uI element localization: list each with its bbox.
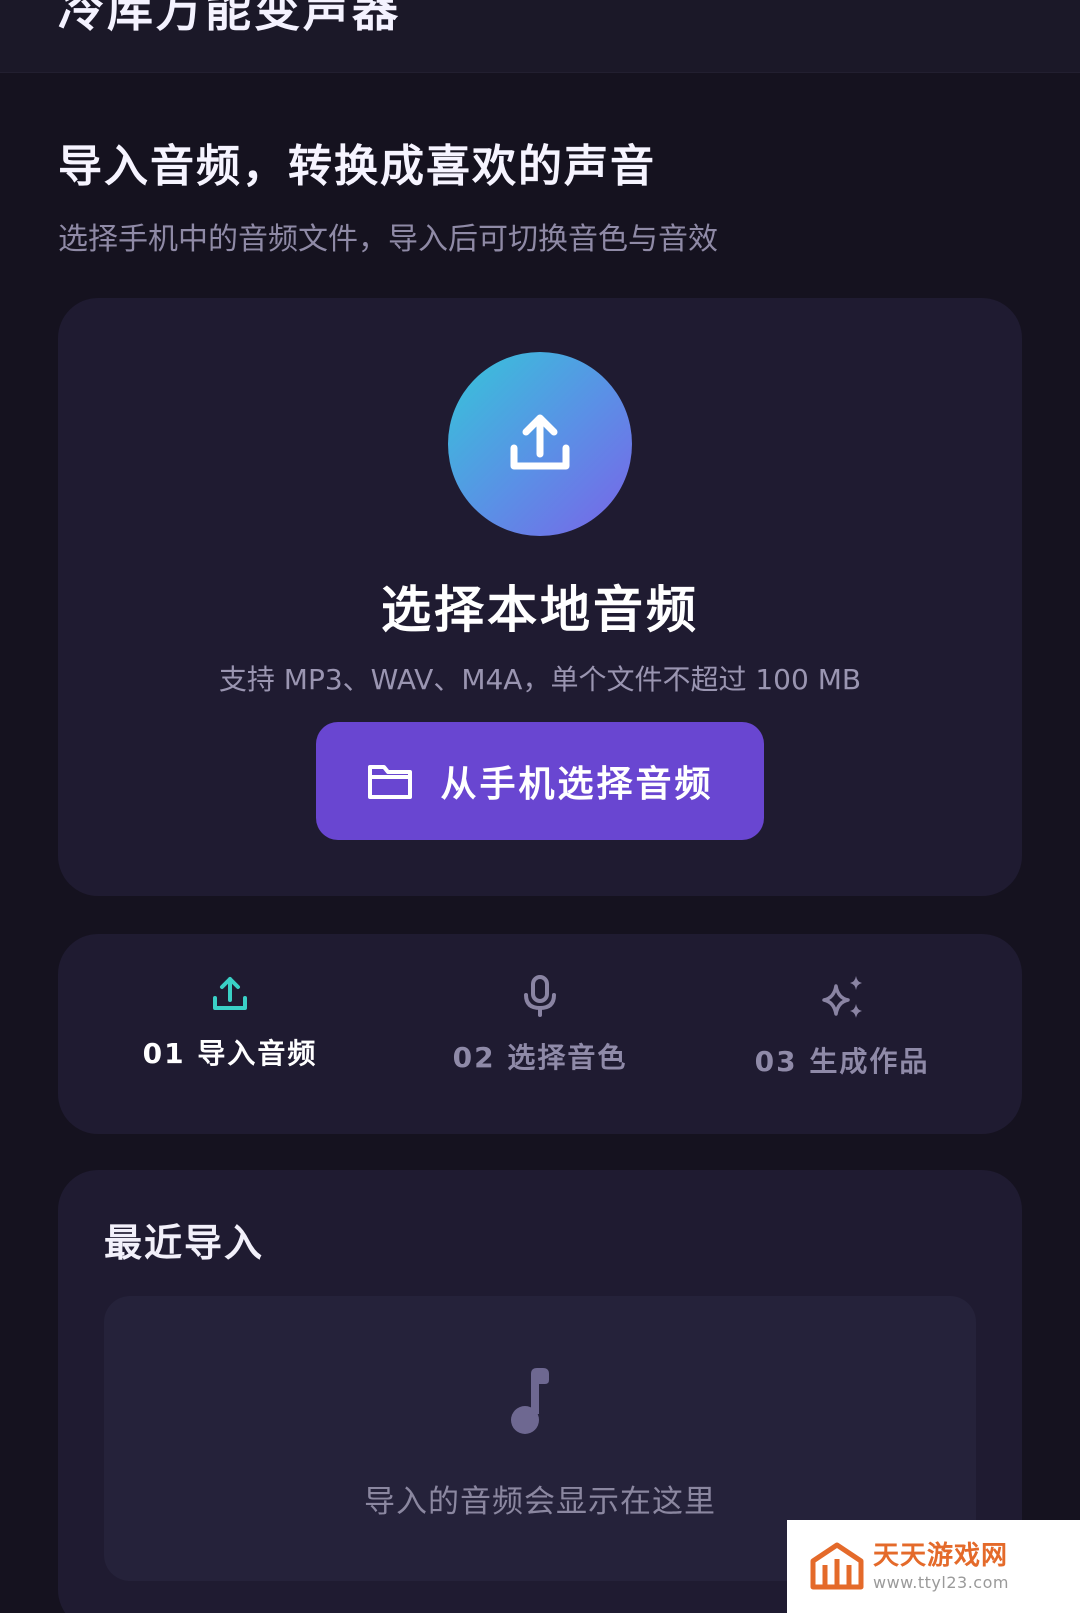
watermark-logo-icon [810, 1542, 864, 1589]
page-subtitle: 选择手机中的音频文件，导入后可切换音色与音效 [58, 222, 718, 257]
step-select-voice[interactable]: 02 选择音色 [390, 974, 690, 1076]
step-label: 03 生成作品 [754, 1045, 930, 1078]
step-import-audio[interactable]: 01 导入音频 [80, 974, 380, 1072]
app-title: 冷库万能变声器 [58, 0, 401, 37]
upload-format-note: 支持 MP3、WAV、M4A，单个文件不超过 100 MB [218, 663, 862, 696]
choose-audio-button[interactable]: 从手机选择音频 [316, 722, 764, 840]
upload-icon [213, 977, 247, 1010]
watermark-text: 天天游戏网 www.ttyl23.com [873, 1543, 1009, 1591]
watermark-url: www.ttyl23.com [873, 1572, 1009, 1592]
steps-card: 01 导入音频 02 选择音色 03 生成作品 [58, 934, 1022, 1134]
step-generate-work[interactable]: 03 生成作品 [692, 974, 992, 1080]
upload-icon-circle[interactable] [448, 352, 632, 536]
step-label: 02 选择音色 [452, 1041, 628, 1074]
recent-empty-text: 导入的音频会显示在这里 [364, 1484, 716, 1520]
step-label: 01 导入音频 [142, 1037, 318, 1070]
app-header: 冷库万能变声器 [0, 0, 1080, 73]
sparkles-icon [822, 976, 862, 1018]
page-headline: 导入音频，转换成喜欢的声音 [58, 141, 656, 192]
microphone-icon [524, 975, 556, 1017]
screen: 冷库万能变声器 导入音频，转换成喜欢的声音 选择手机中的音频文件，导入后可切换音… [0, 0, 1080, 1613]
recent-imports-title: 最近导入 [104, 1221, 265, 1265]
choose-audio-label: 从手机选择音频 [440, 764, 714, 805]
folder-icon [368, 765, 413, 799]
music-note-icon [511, 1368, 549, 1434]
upload-title: 选择本地音频 [381, 581, 699, 639]
site-watermark: 天天游戏网 www.ttyl23.com [787, 1520, 1080, 1613]
upload-icon [510, 414, 570, 470]
upload-card: 选择本地音频 支持 MP3、WAV、M4A，单个文件不超过 100 MB 从手机… [58, 298, 1022, 896]
watermark-name: 天天游戏网 [873, 1540, 1009, 1571]
